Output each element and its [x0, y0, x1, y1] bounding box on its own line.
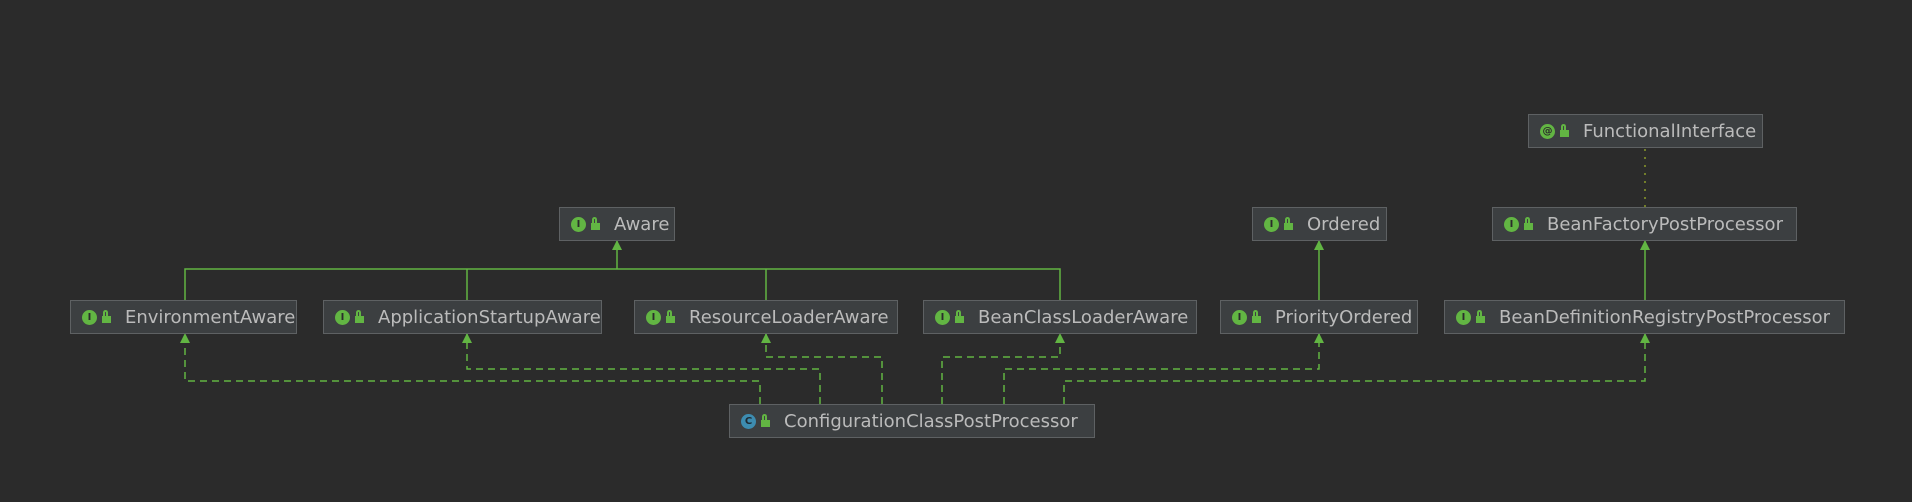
node-label: BeanClassLoaderAware: [978, 306, 1189, 328]
node-configuration-class-post-processor[interactable]: C ConfigurationClassPostProcessor: [729, 404, 1095, 438]
lock-icon: [591, 217, 600, 230]
node-label: EnvironmentAware: [125, 306, 296, 328]
edge-ccpp-to-priority-ordered: [1003, 333, 1324, 404]
interface-icon: I: [82, 309, 97, 325]
interface-icon: I: [335, 309, 350, 325]
node-label: ConfigurationClassPostProcessor: [784, 410, 1078, 432]
lock-icon: [355, 310, 364, 323]
node-environment-aware[interactable]: I EnvironmentAware: [70, 300, 297, 334]
node-ordered[interactable]: I Ordered: [1252, 207, 1387, 241]
node-label: BeanFactoryPostProcessor: [1547, 213, 1783, 235]
edge-ccpp-to-resource-loader-aware: [761, 333, 883, 404]
node-bean-definition-registry-post-processor[interactable]: I BeanDefinitionRegistryPostProcessor: [1444, 300, 1845, 334]
annotation-icon: @: [1540, 123, 1555, 139]
node-label: ResourceLoaderAware: [689, 306, 889, 328]
lock-icon: [666, 310, 675, 323]
node-functional-interface[interactable]: @ FunctionalInterface: [1528, 114, 1763, 148]
node-aware[interactable]: I Aware: [559, 207, 675, 241]
node-label: PriorityOrdered: [1275, 306, 1413, 328]
interface-icon: I: [1264, 216, 1279, 232]
node-priority-ordered[interactable]: I PriorityOrdered: [1220, 300, 1418, 334]
lock-icon: [1284, 217, 1293, 230]
lock-icon: [1252, 310, 1261, 323]
interface-icon: I: [935, 309, 950, 325]
node-label: BeanDefinitionRegistryPostProcessor: [1499, 306, 1831, 328]
interface-icon: I: [1504, 216, 1519, 232]
node-application-startup-aware[interactable]: I ApplicationStartupAware: [323, 300, 602, 334]
node-bean-factory-post-processor[interactable]: I BeanFactoryPostProcessor: [1492, 207, 1797, 241]
node-bean-class-loader-aware[interactable]: I BeanClassLoaderAware: [923, 300, 1197, 334]
node-label: Aware: [614, 213, 670, 235]
interface-icon: I: [1456, 309, 1471, 325]
node-resource-loader-aware[interactable]: I ResourceLoaderAware: [634, 300, 898, 334]
node-label: FunctionalInterface: [1583, 120, 1757, 142]
node-label: ApplicationStartupAware: [378, 306, 601, 328]
node-label: Ordered: [1307, 213, 1381, 235]
lock-icon: [1476, 310, 1485, 323]
edge-ccpp-to-application-startup-aware: [462, 333, 821, 404]
lock-icon: [1524, 217, 1533, 230]
lock-icon: [102, 310, 111, 323]
class-icon: C: [741, 413, 756, 429]
lock-icon: [955, 310, 964, 323]
interface-icon: I: [571, 216, 586, 232]
edge-environment-aware-to-aware: [184, 268, 617, 300]
interface-icon: I: [646, 309, 661, 325]
interface-icon: I: [1232, 309, 1247, 325]
lock-icon: [1560, 124, 1569, 137]
lock-icon: [761, 414, 770, 427]
edge-bean-class-loader-aware-to-aware: [617, 268, 1061, 300]
